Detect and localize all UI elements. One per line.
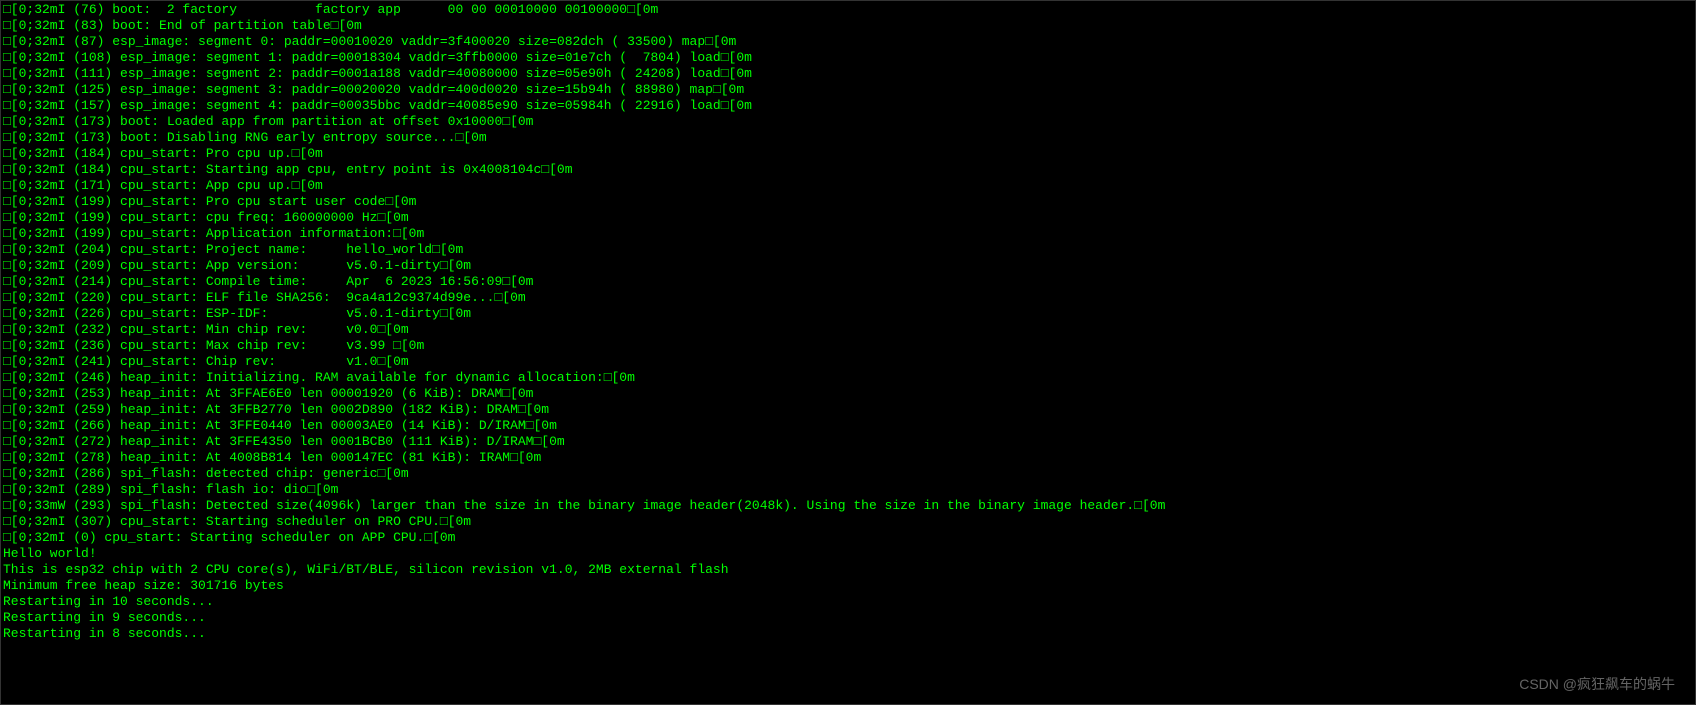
terminal-line: □[0;32mI (108) esp_image: segment 1: pad… (3, 50, 1693, 66)
terminal-line: □[0;32mI (241) cpu_start: Chip rev: v1.0… (3, 354, 1693, 370)
terminal-line: This is esp32 chip with 2 CPU core(s), W… (3, 562, 1693, 578)
terminal-line: □[0;32mI (76) boot: 2 factory factory ap… (3, 2, 1693, 18)
terminal-line: □[0;32mI (171) cpu_start: App cpu up.□[0… (3, 178, 1693, 194)
terminal-line: □[0;32mI (289) spi_flash: flash io: dio□… (3, 482, 1693, 498)
terminal-line: □[0;32mI (157) esp_image: segment 4: pad… (3, 98, 1693, 114)
terminal-line: □[0;32mI (0) cpu_start: Starting schedul… (3, 530, 1693, 546)
terminal-line: □[0;32mI (286) spi_flash: detected chip:… (3, 466, 1693, 482)
terminal-line: Restarting in 8 seconds... (3, 626, 1693, 642)
terminal-line: Hello world! (3, 546, 1693, 562)
terminal-line: Restarting in 9 seconds... (3, 610, 1693, 626)
terminal-line: Minimum free heap size: 301716 bytes (3, 578, 1693, 594)
terminal-line: □[0;32mI (220) cpu_start: ELF file SHA25… (3, 290, 1693, 306)
terminal-line: □[0;32mI (83) boot: End of partition tab… (3, 18, 1693, 34)
terminal-line: □[0;32mI (173) boot: Loaded app from par… (3, 114, 1693, 130)
terminal-line: □[0;32mI (272) heap_init: At 3FFE4350 le… (3, 434, 1693, 450)
terminal-line: □[0;32mI (209) cpu_start: App version: v… (3, 258, 1693, 274)
terminal-line: □[0;32mI (204) cpu_start: Project name: … (3, 242, 1693, 258)
terminal-line: □[0;32mI (184) cpu_start: Starting app c… (3, 162, 1693, 178)
terminal-line: □[0;32mI (87) esp_image: segment 0: padd… (3, 34, 1693, 50)
terminal-line: □[0;32mI (232) cpu_start: Min chip rev: … (3, 322, 1693, 338)
terminal-line: □[0;32mI (259) heap_init: At 3FFB2770 le… (3, 402, 1693, 418)
terminal-line: □[0;32mI (184) cpu_start: Pro cpu up.□[0… (3, 146, 1693, 162)
terminal-line: □[0;32mI (307) cpu_start: Starting sched… (3, 514, 1693, 530)
terminal-line: □[0;32mI (246) heap_init: Initializing. … (3, 370, 1693, 386)
terminal-line: □[0;32mI (111) esp_image: segment 2: pad… (3, 66, 1693, 82)
terminal-line: □[0;32mI (253) heap_init: At 3FFAE6E0 le… (3, 386, 1693, 402)
terminal-line: □[0;32mI (266) heap_init: At 3FFE0440 le… (3, 418, 1693, 434)
terminal-line: □[0;33mW (293) spi_flash: Detected size(… (3, 498, 1693, 514)
terminal-line: □[0;32mI (214) cpu_start: Compile time: … (3, 274, 1693, 290)
terminal-line: Restarting in 10 seconds... (3, 594, 1693, 610)
terminal-line: □[0;32mI (199) cpu_start: Application in… (3, 226, 1693, 242)
terminal-line: □[0;32mI (236) cpu_start: Max chip rev: … (3, 338, 1693, 354)
terminal-line: □[0;32mI (226) cpu_start: ESP-IDF: v5.0.… (3, 306, 1693, 322)
terminal-line: □[0;32mI (125) esp_image: segment 3: pad… (3, 82, 1693, 98)
watermark-text: CSDN @疯狂飙车的蜗牛 (1519, 676, 1675, 692)
terminal-line: □[0;32mI (199) cpu_start: Pro cpu start … (3, 194, 1693, 210)
terminal-line: □[0;32mI (278) heap_init: At 4008B814 le… (3, 450, 1693, 466)
terminal-output[interactable]: □[0;32mI (76) boot: 2 factory factory ap… (3, 2, 1693, 703)
terminal-line: □[0;32mI (173) boot: Disabling RNG early… (3, 130, 1693, 146)
terminal-line: □[0;32mI (199) cpu_start: cpu freq: 1600… (3, 210, 1693, 226)
